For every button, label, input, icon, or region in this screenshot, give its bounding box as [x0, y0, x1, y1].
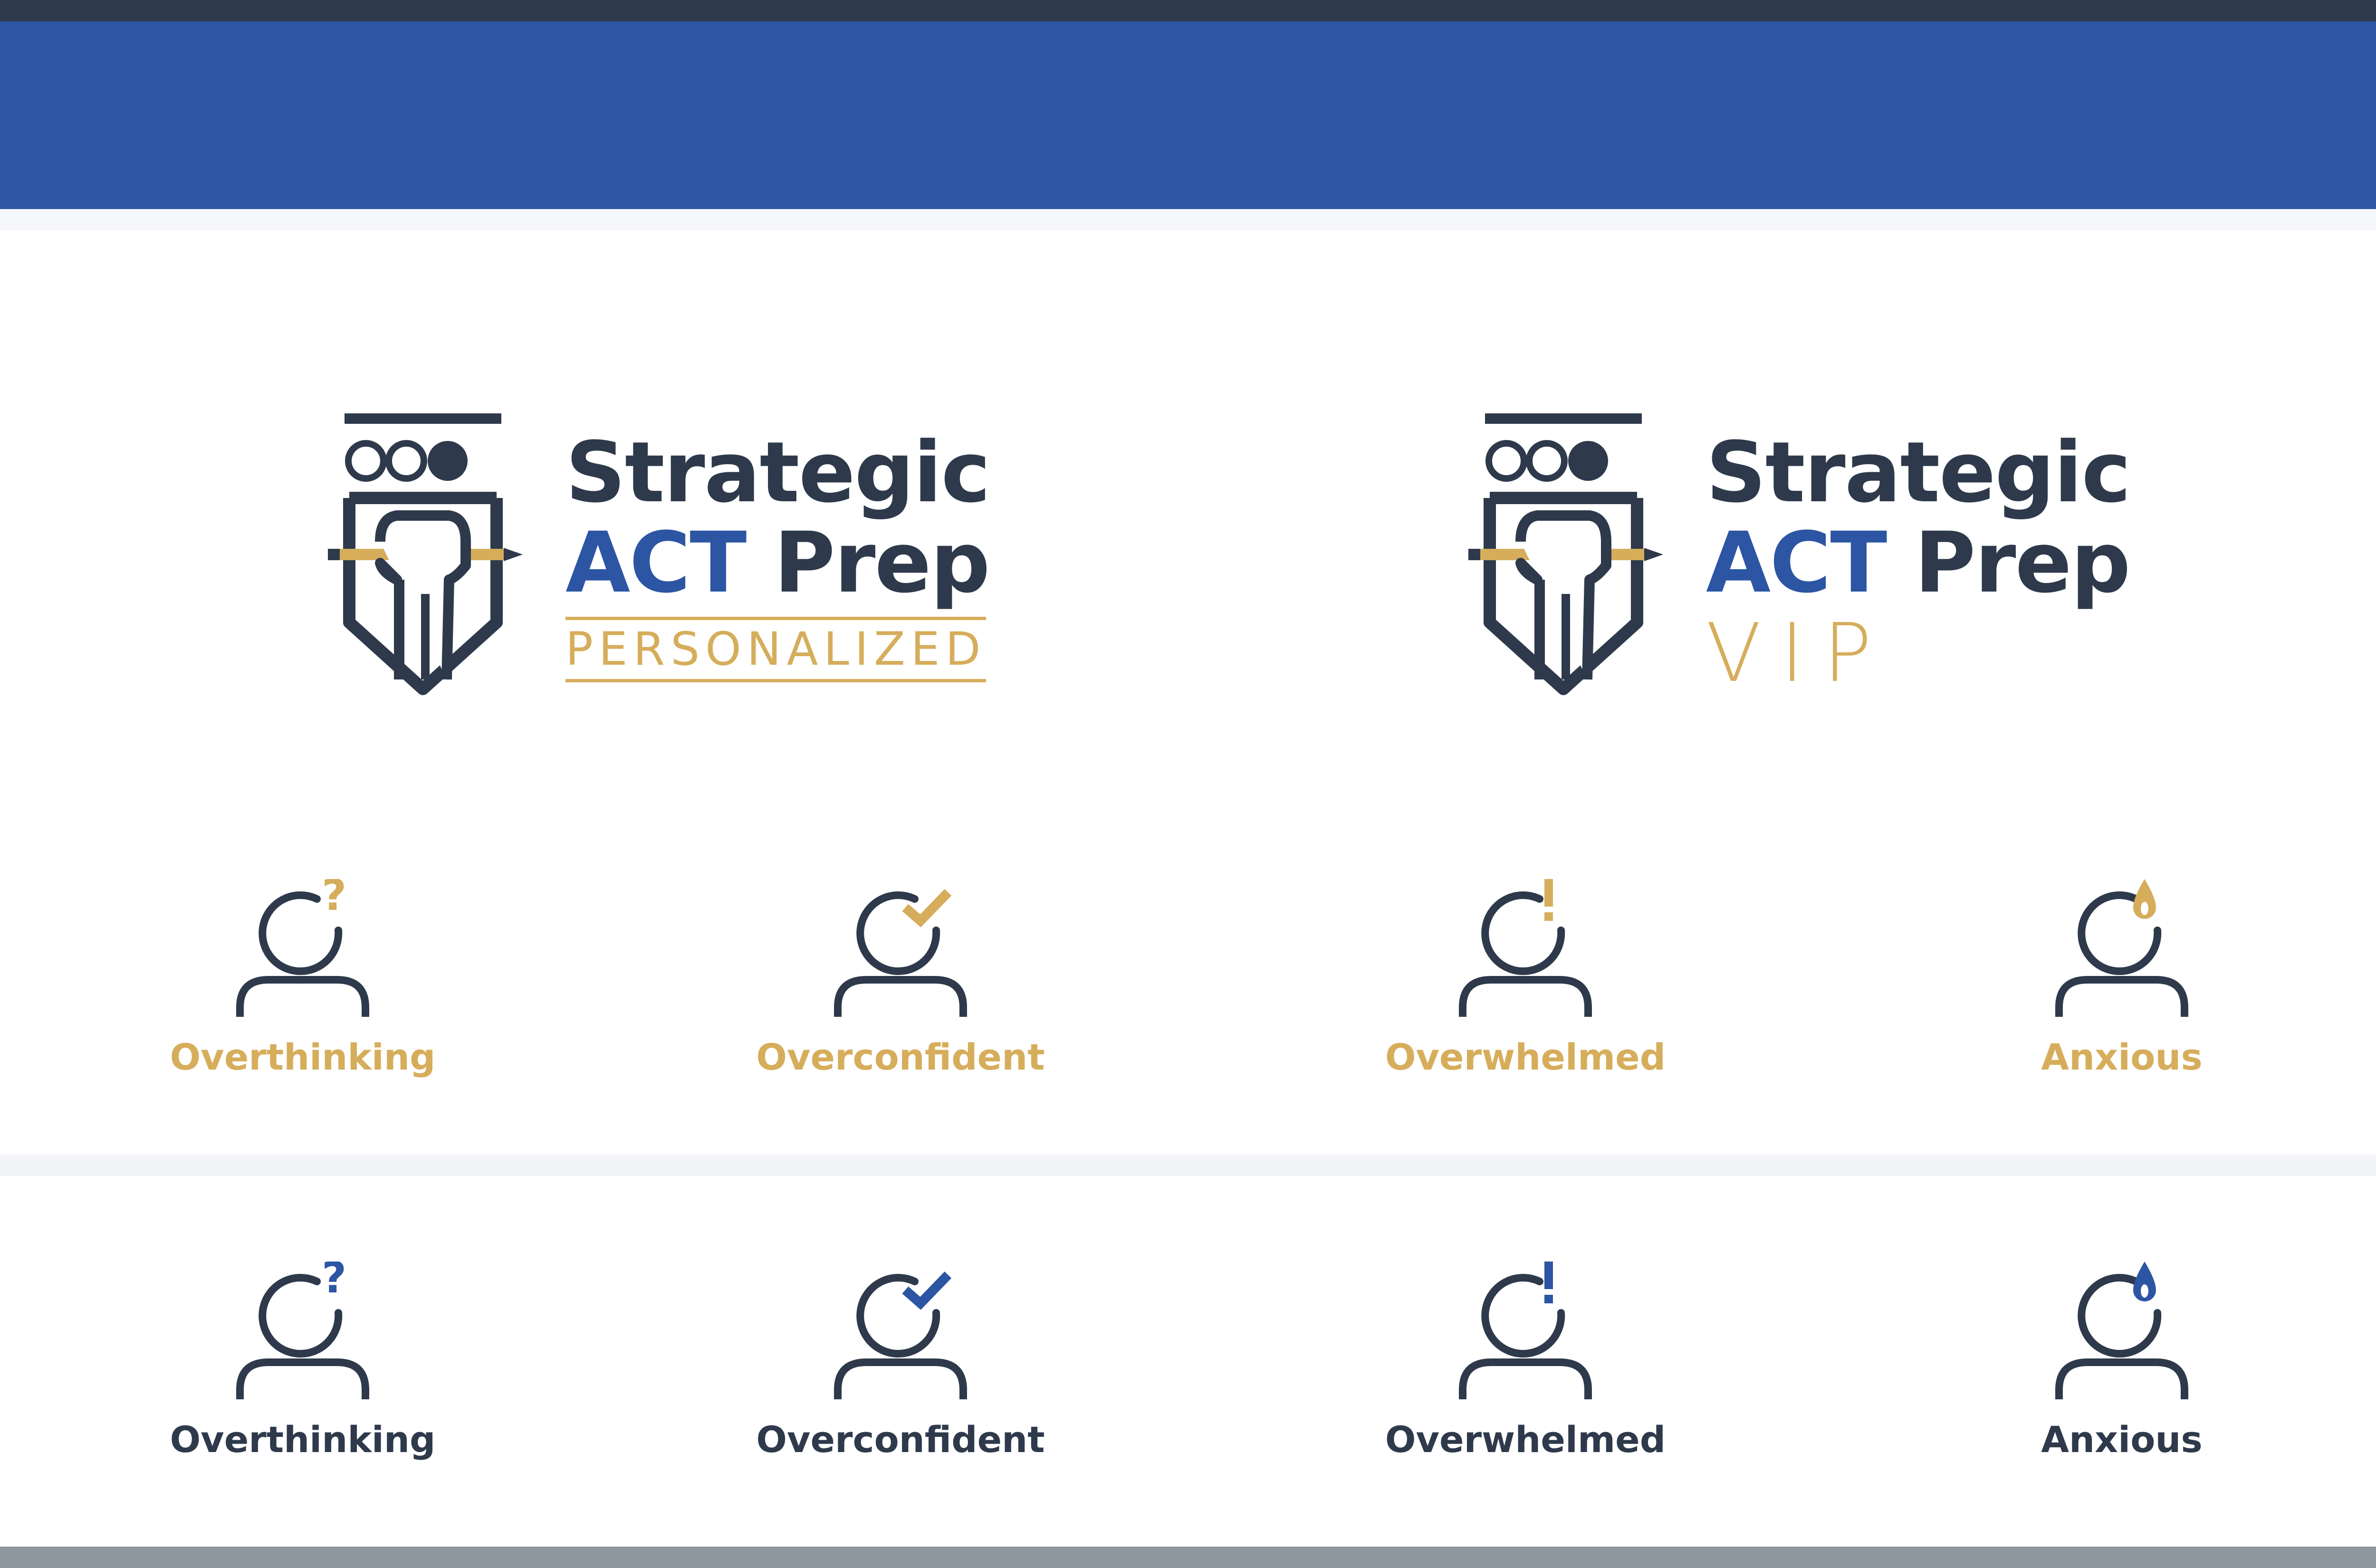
logo-vip: Strategic ACT Prep VIP — [1468, 413, 2134, 708]
icon-label: Overthinking — [170, 1418, 436, 1461]
logo-tagline-personalized: PERSONALIZED — [565, 617, 987, 682]
logo-wordmark: Strategic ACT Prep PERSONALIZED — [565, 428, 993, 682]
logo-line-act-prep: ACT Prep — [565, 518, 993, 608]
top-dark-bar — [0, 0, 2376, 21]
exclamation-icon — [1459, 879, 1592, 1017]
icon-label: Anxious — [2041, 1418, 2203, 1461]
sweat-drop-icon — [2055, 879, 2188, 1017]
icon-overconfident-dark: Overconfident — [734, 1262, 1067, 1499]
logo-word-act: ACT — [565, 514, 747, 612]
icon-label: Overwhelmed — [1385, 1418, 1666, 1461]
svg-text:?: ? — [322, 1262, 346, 1303]
logo-word-prep: Prep — [774, 514, 990, 612]
checkmark-icon — [834, 1272, 967, 1399]
logo-line-strategic: Strategic — [1706, 424, 2131, 521]
icon-label: Overconfident — [756, 1036, 1045, 1078]
icon-overthinking-gold: ? Overthinking — [136, 879, 469, 1117]
icon-label: Anxious — [2041, 1036, 2203, 1078]
icon-overwhelmed-dark: Overwhelmed — [1359, 1262, 1692, 1499]
section-divider — [0, 209, 2376, 230]
checkmark-icon — [834, 889, 967, 1017]
icon-label: Overthinking — [170, 1036, 436, 1078]
question-mark-icon: ? — [236, 1262, 369, 1399]
logo-tagline-vip: VIP — [1706, 606, 1891, 700]
logo-personalized: Strategic ACT Prep PERSONALIZED — [328, 413, 993, 708]
bottom-gray-bar — [0, 1547, 2376, 1568]
logo-line-strategic: Strategic — [565, 424, 991, 521]
icon-anxious-dark: Anxious — [1955, 1262, 2288, 1499]
shield-fist-emblem-icon — [1468, 413, 1663, 695]
logo-word-prep: Prep — [1914, 514, 2131, 612]
icon-label: Overconfident — [756, 1418, 1045, 1461]
sweat-drop-icon — [2055, 1262, 2188, 1399]
exclamation-icon — [1459, 1262, 1592, 1399]
svg-text:?: ? — [322, 879, 346, 920]
icon-overthinking-dark: ? Overthinking — [136, 1262, 469, 1499]
logo-wordmark: Strategic ACT Prep VIP — [1706, 428, 2134, 694]
icon-label: Overwhelmed — [1385, 1036, 1666, 1078]
icon-anxious-gold: Anxious — [1955, 879, 2288, 1117]
blue-header-band — [0, 21, 2376, 209]
icon-overconfident-gold: Overconfident — [734, 879, 1067, 1117]
section-divider — [0, 1155, 2376, 1176]
shield-fist-emblem-icon — [328, 413, 523, 695]
logo-line-act-prep: ACT Prep — [1706, 518, 2134, 608]
logo-word-act: ACT — [1706, 514, 1887, 612]
icon-overwhelmed-gold: Overwhelmed — [1359, 879, 1692, 1117]
question-mark-icon: ? — [236, 879, 369, 1017]
